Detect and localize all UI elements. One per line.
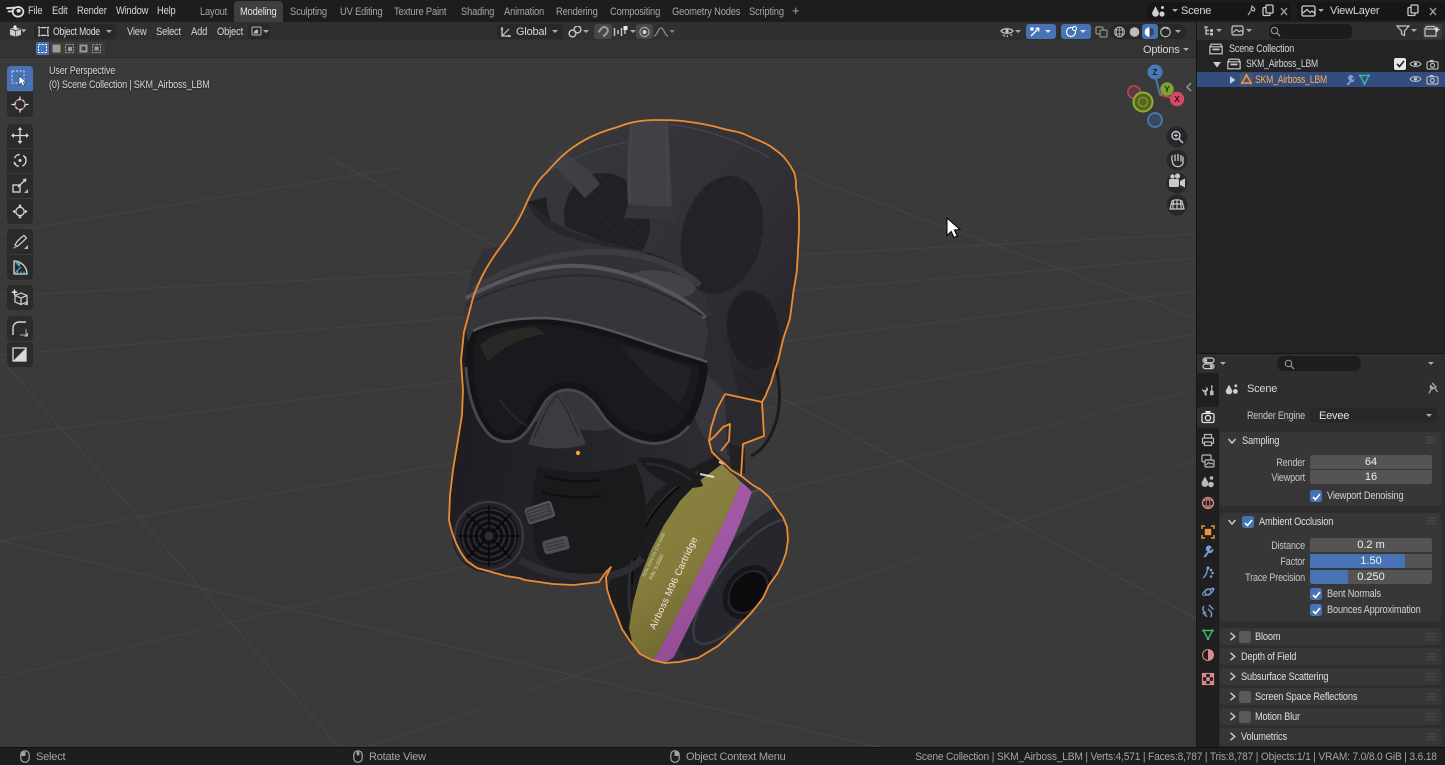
svg-text:X: X	[1174, 95, 1180, 104]
svg-text:Y: Y	[1164, 85, 1170, 94]
svg-text:Z: Z	[1153, 68, 1158, 77]
